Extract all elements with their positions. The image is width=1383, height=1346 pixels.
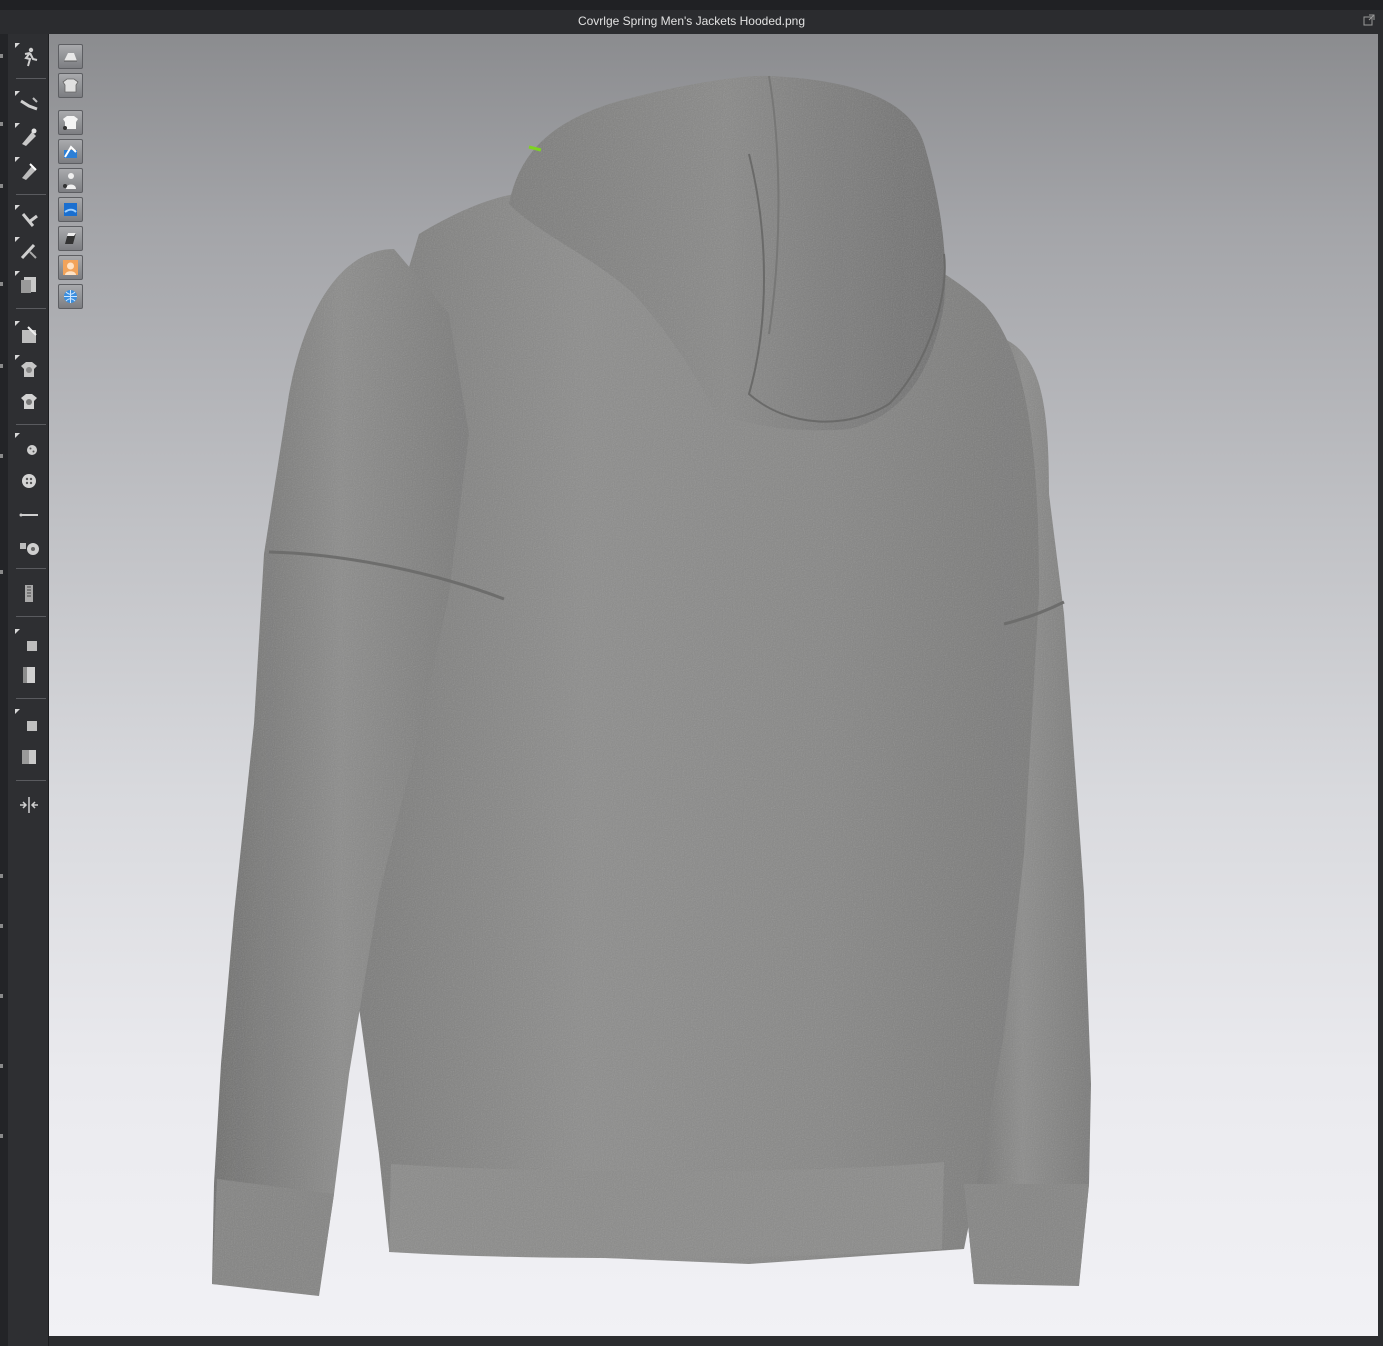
right-edge-panel xyxy=(1378,34,1383,1336)
right-cuff xyxy=(964,1184,1089,1286)
show-avatar-view-icon[interactable] xyxy=(58,168,83,193)
tape-icon[interactable] xyxy=(16,744,42,770)
edge-marker xyxy=(0,874,3,878)
window-title: Covrlge Spring Men's Jackets Hooded.png xyxy=(577,14,806,28)
texture-edit-icon[interactable] xyxy=(15,321,42,348)
graphic-multi-icon xyxy=(16,388,42,414)
toolbar-separator xyxy=(16,568,46,569)
show-avatar-icon[interactable] xyxy=(58,44,83,69)
avatar-edit-view-icon[interactable] xyxy=(58,139,83,164)
zipper-icon[interactable] xyxy=(16,580,42,606)
puckering-icon[interactable] xyxy=(16,662,42,688)
edit-pin-icon[interactable] xyxy=(15,237,42,264)
select-mesh-icon[interactable] xyxy=(15,91,42,118)
avatar-pose-icon[interactable] xyxy=(15,43,42,70)
edge-marker xyxy=(0,54,3,58)
edge-marker xyxy=(0,122,3,126)
edge-marker xyxy=(0,1134,3,1138)
buttonhole-line-icon[interactable] xyxy=(16,502,42,528)
edge-marker xyxy=(0,924,3,928)
toolbar-separator xyxy=(16,308,46,309)
mesh-globe-icon[interactable] xyxy=(58,284,83,309)
edge-marker xyxy=(0,994,3,998)
edge-marker xyxy=(0,1064,3,1068)
graphic-select-icon[interactable] xyxy=(15,355,42,382)
toolbar-separator xyxy=(16,424,46,425)
edge-marker xyxy=(0,282,3,286)
viewport-bottom-bar xyxy=(49,1336,1383,1346)
lock-button-icon[interactable] xyxy=(16,534,42,560)
fold-icon[interactable] xyxy=(15,271,42,298)
toolbar-separator xyxy=(16,616,46,617)
left-toolbar xyxy=(8,34,49,1346)
edge-marker xyxy=(0,364,3,368)
avatar-skin-icon[interactable] xyxy=(58,255,83,280)
garment-view-icon[interactable] xyxy=(58,110,83,135)
fold-arrangement-icon[interactable] xyxy=(15,123,42,150)
edge-marker xyxy=(0,570,3,574)
toolbar-separator xyxy=(16,78,46,79)
toolbar-separator xyxy=(16,698,46,699)
fabric-thickness-icon[interactable] xyxy=(58,197,83,222)
left-edge-panel xyxy=(0,34,8,1346)
edge-marker xyxy=(0,184,3,188)
hoodie-3d-model[interactable] xyxy=(49,34,1378,1336)
edge-marker xyxy=(0,454,3,458)
button-select-icon[interactable] xyxy=(15,433,42,460)
popout-window-icon[interactable] xyxy=(1363,14,1375,26)
toolbar-separator xyxy=(16,194,46,195)
viewport-title-bar: Covrlge Spring Men's Jackets Hooded.png xyxy=(0,10,1383,34)
button-icon[interactable] xyxy=(16,468,42,494)
left-cuff xyxy=(212,1179,334,1296)
waistband xyxy=(389,1162,944,1259)
tack-icon[interactable] xyxy=(15,157,42,184)
tape-select-icon[interactable] xyxy=(15,709,42,736)
show-garment-icon[interactable] xyxy=(58,73,83,98)
puckering-select-icon[interactable] xyxy=(15,629,42,656)
3d-viewport[interactable] xyxy=(49,34,1378,1336)
toolbar-separator xyxy=(16,780,46,781)
measure-icon[interactable] xyxy=(16,792,42,818)
transform-pattern-icon[interactable] xyxy=(15,205,42,232)
surface-render-icon[interactable] xyxy=(58,226,83,251)
